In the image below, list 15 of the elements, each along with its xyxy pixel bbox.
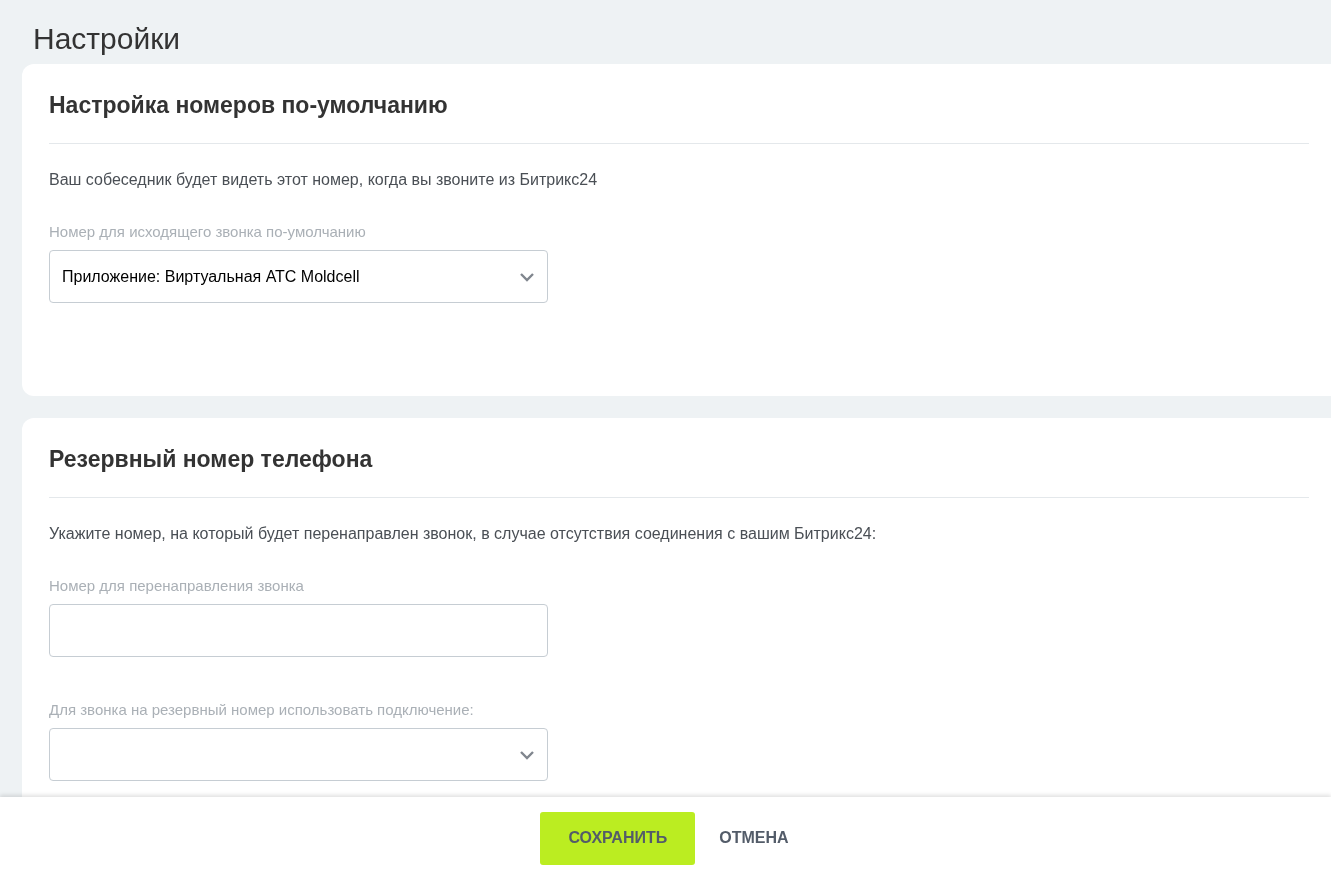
dropdown-field[interactable]: Приложение: Виртуальная АТС Moldcell (49, 250, 548, 303)
section-title: Резервный номер телефона (49, 418, 1309, 498)
section-title: Настройка номеров по-умолчанию (49, 64, 1309, 144)
section-description: Укажите номер, на который будет перенаправлен звонок, в случае отсутствия соединения с вашим Битрикс24: (49, 525, 878, 543)
section-description: Ваш собеседник будет видеть этот номер, когда вы звоните из Битрикс24 (49, 171, 599, 189)
page-title: Настройки (32, 21, 182, 57)
chevron-down-icon (519, 271, 535, 282)
field-label: Номер для перенаправления звонка (49, 577, 305, 594)
input-field[interactable] (49, 604, 548, 657)
field-label: Для звонка на резервный номер использовать подключение: (49, 701, 475, 718)
chevron-down-icon (519, 749, 535, 760)
dropdown-field[interactable] (49, 728, 548, 781)
cancel-button[interactable]: ОТМЕНА (695, 811, 813, 865)
save-button[interactable]: СОХРАНИТЬ (540, 811, 696, 865)
field-label: Номер для исходящего звонка по-умолчанию (49, 223, 367, 240)
